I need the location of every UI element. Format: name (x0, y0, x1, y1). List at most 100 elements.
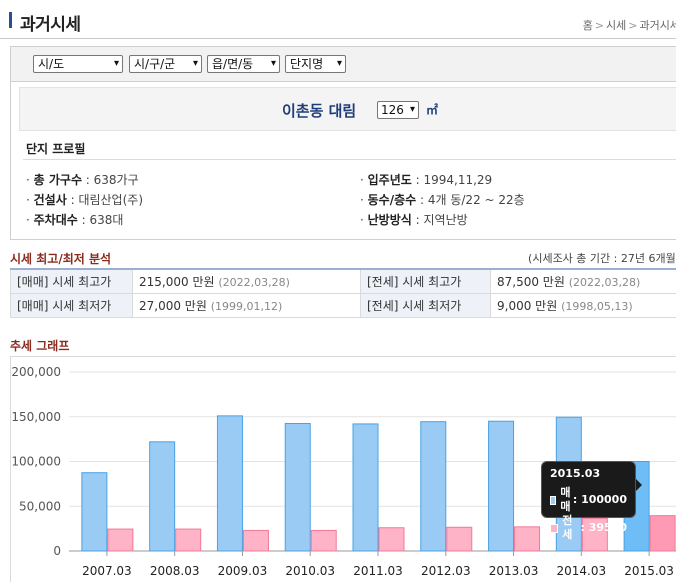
tooltip-lease-label: 전세 (562, 514, 573, 541)
stat-label: [전세] 시세 최고가 (360, 268, 491, 294)
sale-bar (352, 423, 379, 552)
filter-bar: 시/도 ▾ 시/구/군 ▾ 읍/면/동 ▾ 단지명 ▾ (10, 46, 676, 82)
x-tick-label: 2008.03 (150, 564, 200, 578)
lease-bar (378, 527, 405, 552)
lease-bar (107, 528, 134, 552)
info-key: 주차대수 (33, 213, 78, 227)
dong-select[interactable]: 읍/면/동 ▾ (207, 55, 280, 73)
lease-bar (242, 529, 269, 552)
lease-bar (649, 515, 676, 552)
complex-select[interactable]: 단지명 ▾ (285, 55, 346, 73)
table-row: [매매] 시세 최저가 27,000 만원 (1999,01,12) [전세] … (10, 292, 676, 318)
stat-value-cell: 27,000 만원 (1999,01,12) (132, 292, 361, 318)
stat-value: 87,500 만원 (497, 274, 565, 289)
stat-value: 9,000 만원 (497, 298, 558, 313)
info-buildings-floors: · 동수/층수 : 4개 동/22 ~ 22층 (360, 193, 525, 207)
x-tick-label: 2014.03 (557, 564, 607, 578)
stat-value: 215,000 만원 (139, 274, 215, 289)
info-key: 입주년도 (367, 173, 412, 187)
sale-bar (216, 415, 243, 552)
page-header: 과거시세 홈 > 시세 > 과거시세 (0, 0, 676, 40)
sale-bar (420, 421, 447, 552)
header-divider (0, 38, 676, 39)
stat-value: 27,000 만원 (139, 298, 207, 313)
tooltip-sale-label: 매매 (560, 486, 571, 513)
apartment-name: 이촌동 대림 (282, 102, 357, 120)
dong-select-value: 읍/면/동 (212, 57, 254, 71)
lease-bar (514, 526, 541, 552)
chevron-down-icon: ▾ (113, 58, 119, 69)
info-value: 대림산업(주) (78, 193, 144, 207)
breadcrumb-home[interactable]: 홈 (583, 19, 593, 32)
x-tick-label: 2015.03 (624, 564, 674, 578)
breadcrumb-separator: > (594, 19, 605, 32)
info-value: 지역난방 (423, 213, 468, 227)
x-tick-label: 2011.03 (353, 564, 403, 578)
title-accent-bar (9, 12, 12, 28)
y-tick-label: 50,000 (19, 499, 61, 513)
lease-swatch (550, 523, 559, 533)
price-stats-table: [매매] 시세 최고가 215,000 만원 (2022,03,28) [전세]… (10, 268, 676, 318)
sido-select[interactable]: 시/도 ▾ (33, 55, 123, 73)
sale-bar (284, 422, 311, 552)
lease-bar (175, 528, 202, 552)
breadcrumb: 홈 > 시세 > 과거시세 (583, 17, 676, 33)
info-key: 총 가구수 (33, 173, 82, 187)
info-builder: · 건설사 : 대림산업(주) (26, 193, 144, 207)
size-select-value: 126 (381, 103, 404, 117)
lease-bar (446, 526, 473, 552)
stat-value-cell: 215,000 만원 (2022,03,28) (132, 268, 361, 294)
x-tick-label: 2007.03 (82, 564, 132, 578)
info-heating: · 난방방식 : 지역난방 (360, 213, 468, 227)
info-value: 638대 (89, 213, 124, 227)
stat-date: (1998,05,13) (561, 299, 633, 313)
table-row: [매매] 시세 최고가 215,000 만원 (2022,03,28) [전세]… (10, 268, 676, 294)
stat-date: (2022,03,28) (218, 275, 290, 289)
stat-date: (2022,03,28) (568, 275, 641, 289)
profile-divider (23, 159, 676, 160)
complex-profile-panel: 이촌동 대림 126 ▾ ㎡ 단지 프로필 · 총 가구수 : 638가구 · 입… (10, 82, 676, 240)
info-move-in-date: · 입주년도 : 1994,11,29 (360, 173, 493, 187)
tooltip-lease-value: 39500 (588, 521, 627, 534)
profile-heading: 단지 프로필 (26, 142, 86, 156)
info-key: 건설사 (33, 193, 67, 207)
info-value: 4개 동/22 ~ 22층 (427, 193, 525, 207)
area-unit: ㎡ (426, 103, 439, 117)
x-tick-label: 2012.03 (421, 564, 471, 578)
y-tick-label: 0 (53, 544, 61, 558)
info-key: 동수/층수 (367, 193, 417, 207)
info-key: 난방방식 (367, 213, 412, 227)
chevron-down-icon: ▾ (409, 104, 415, 115)
breadcrumb-current: 과거시세 (639, 19, 676, 32)
lease-bar (310, 529, 337, 552)
tooltip-pointer (636, 479, 642, 491)
info-value: 1994,11,29 (423, 173, 493, 187)
y-tick-label: 100,000 (11, 455, 61, 469)
x-tick-label: 2013.03 (489, 564, 539, 578)
sido-select-value: 시/도 (38, 57, 65, 71)
sigungu-select[interactable]: 시/구/군 ▾ (129, 55, 202, 73)
y-tick-label: 150,000 (11, 410, 61, 424)
breadcrumb-separator: > (628, 19, 638, 32)
sigungu-select-value: 시/구/군 (134, 57, 176, 71)
sale-bar (149, 441, 176, 552)
page-title: 과거시세 (20, 15, 81, 35)
x-tick-label: 2010.03 (285, 564, 335, 578)
chevron-down-icon: ▾ (336, 58, 342, 69)
info-households: · 총 가구수 : 638가구 (26, 173, 139, 187)
trend-chart: 0 50,000 100,000 150,000 200,000 2007.03 2008.… (10, 356, 676, 582)
stat-label: [전세] 시세 최저가 (360, 292, 491, 318)
sale-bar (81, 472, 108, 552)
stat-label: [매매] 시세 최고가 (10, 268, 133, 294)
tooltip-title: 2015.03 (550, 467, 601, 480)
stat-value-cell: 87,500 만원 (2022,03,28) (490, 268, 676, 294)
stat-label: [매매] 시세 최저가 (10, 292, 133, 318)
info-parking: · 주차대수 : 638대 (26, 213, 124, 227)
size-select[interactable]: 126 ▾ (377, 101, 419, 119)
x-tick-label: 2009.03 (218, 564, 268, 578)
stat-value-cell: 9,000 만원 (1998,05,13) (490, 292, 676, 318)
breadcrumb-price[interactable]: 시세 (606, 19, 626, 32)
apartment-header: 이촌동 대림 126 ▾ ㎡ (19, 87, 676, 131)
tooltip-sale-value: 100000 (581, 493, 627, 506)
sale-bar (488, 420, 515, 552)
